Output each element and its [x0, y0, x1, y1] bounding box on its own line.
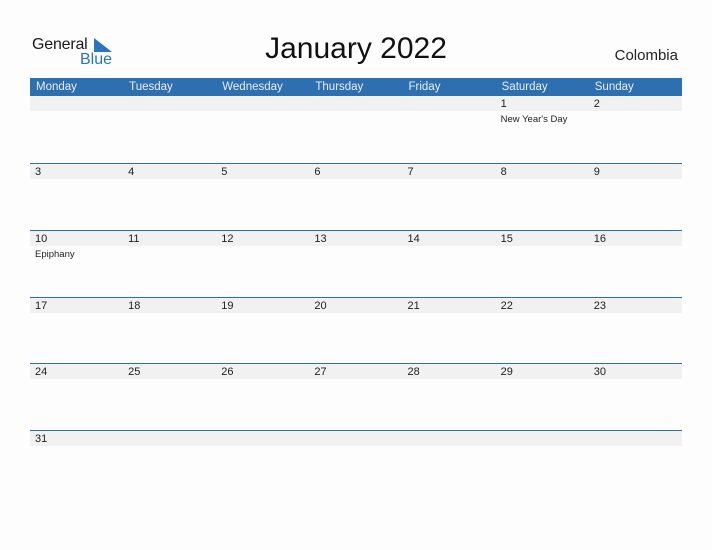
day-number: 20 — [314, 300, 327, 312]
day-number: 21 — [407, 300, 420, 312]
day-cell: 6 — [309, 163, 402, 229]
weekday-thursday: Thursday — [315, 81, 364, 93]
day-cell: 15 — [496, 230, 589, 296]
day-cell: 24 — [30, 363, 123, 429]
day-cell: 12 — [216, 230, 309, 296]
day-cell: 18 — [123, 297, 216, 363]
holiday-label: New Year's Day — [500, 114, 568, 125]
weekday-saturday: Saturday — [501, 81, 548, 93]
day-cell: 30 — [589, 363, 682, 429]
day-cell: 20 — [309, 297, 402, 363]
day-number: 29 — [500, 366, 513, 378]
day-number: 15 — [500, 233, 513, 245]
day-cell: 2 — [589, 95, 682, 161]
day-cell — [309, 95, 402, 161]
day-number: 28 — [407, 366, 420, 378]
day-cell: 17 — [30, 297, 123, 363]
day-number: 30 — [593, 366, 606, 378]
day-cell: 27 — [309, 363, 402, 429]
day-number: 25 — [128, 366, 141, 378]
day-number: 26 — [221, 366, 234, 378]
day-cell: 22 — [496, 297, 589, 363]
week-row: 31 — [30, 430, 682, 496]
day-number: 12 — [221, 233, 234, 245]
day-cell: 31 — [30, 430, 123, 496]
day-number: 16 — [593, 233, 606, 245]
day-cell — [30, 95, 123, 161]
weekday-wednesday: Wednesday — [222, 81, 283, 93]
day-cell: 21 — [403, 297, 496, 363]
day-cell: 29 — [496, 363, 589, 429]
day-cell — [589, 430, 682, 496]
day-cell: 14 — [403, 230, 496, 296]
day-cell: 11 — [123, 230, 216, 296]
weekday-sunday: Sunday — [594, 81, 634, 93]
calendar-title: January 2022 — [265, 32, 447, 65]
week-cells: 10 Epiphany 11 12 13 14 15 16 — [30, 230, 682, 296]
day-cell: 3 — [30, 163, 123, 229]
week-cells: 24 25 26 27 28 29 30 — [30, 363, 682, 429]
day-cell: 13 — [309, 230, 402, 296]
day-number: 4 — [128, 166, 135, 178]
week-cells: 17 18 19 20 21 22 23 — [30, 297, 682, 363]
day-number: 23 — [593, 300, 606, 312]
day-cell — [216, 430, 309, 496]
day-cell: 4 — [123, 163, 216, 229]
day-number: 14 — [407, 233, 420, 245]
day-cell — [123, 430, 216, 496]
day-number: 18 — [128, 300, 141, 312]
day-cell: 23 — [589, 297, 682, 363]
day-cell: 7 — [403, 163, 496, 229]
day-cell: 25 — [123, 363, 216, 429]
week-row: 10 Epiphany 11 12 13 14 15 16 — [30, 230, 682, 296]
day-cell: 1 New Year's Day — [496, 95, 589, 161]
day-number: 6 — [314, 166, 321, 178]
day-number: 11 — [128, 233, 140, 245]
day-cell: 26 — [216, 363, 309, 429]
day-number: 1 — [500, 98, 507, 110]
day-cell — [216, 95, 309, 161]
day-number: 5 — [221, 166, 228, 178]
week-row: 1 New Year's Day 2 — [30, 95, 682, 161]
day-cell: 5 — [216, 163, 309, 229]
country-label: Colombia — [614, 47, 678, 64]
week-row: 24 25 26 27 28 29 30 — [30, 363, 682, 429]
day-number: 3 — [35, 166, 42, 178]
day-number: 27 — [314, 366, 327, 378]
day-cell: 10 Epiphany — [30, 230, 123, 296]
day-number: 10 — [35, 233, 48, 245]
weekday-monday: Monday — [36, 81, 77, 93]
day-cell — [123, 95, 216, 161]
day-cell: 16 — [589, 230, 682, 296]
week-cells: 1 New Year's Day 2 — [30, 95, 682, 161]
day-cell: 19 — [216, 297, 309, 363]
day-cell: 8 — [496, 163, 589, 229]
day-number: 13 — [314, 233, 327, 245]
week-cells: 31 — [30, 430, 682, 496]
day-cell — [403, 430, 496, 496]
day-number: 8 — [500, 166, 507, 178]
day-number: 19 — [221, 300, 234, 312]
weekday-tuesday: Tuesday — [129, 81, 173, 93]
day-number: 2 — [593, 98, 600, 110]
day-cell — [403, 95, 496, 161]
day-cell — [309, 430, 402, 496]
week-row: 3 4 5 6 7 8 9 — [30, 163, 682, 229]
weekday-header: Monday Tuesday Wednesday Thursday Friday… — [30, 78, 682, 96]
day-cell: 9 — [589, 163, 682, 229]
week-row: 17 18 19 20 21 22 23 — [30, 297, 682, 363]
week-cells: 3 4 5 6 7 8 9 — [30, 163, 682, 229]
day-number: 7 — [407, 166, 414, 178]
day-number: 17 — [35, 300, 48, 312]
day-number: 22 — [500, 300, 513, 312]
day-number: 9 — [593, 166, 600, 178]
day-number: 31 — [35, 433, 48, 445]
day-cell: 28 — [403, 363, 496, 429]
holiday-label: Epiphany — [35, 249, 75, 260]
day-cell — [496, 430, 589, 496]
weekday-friday: Friday — [408, 81, 441, 93]
day-number: 24 — [35, 366, 48, 378]
